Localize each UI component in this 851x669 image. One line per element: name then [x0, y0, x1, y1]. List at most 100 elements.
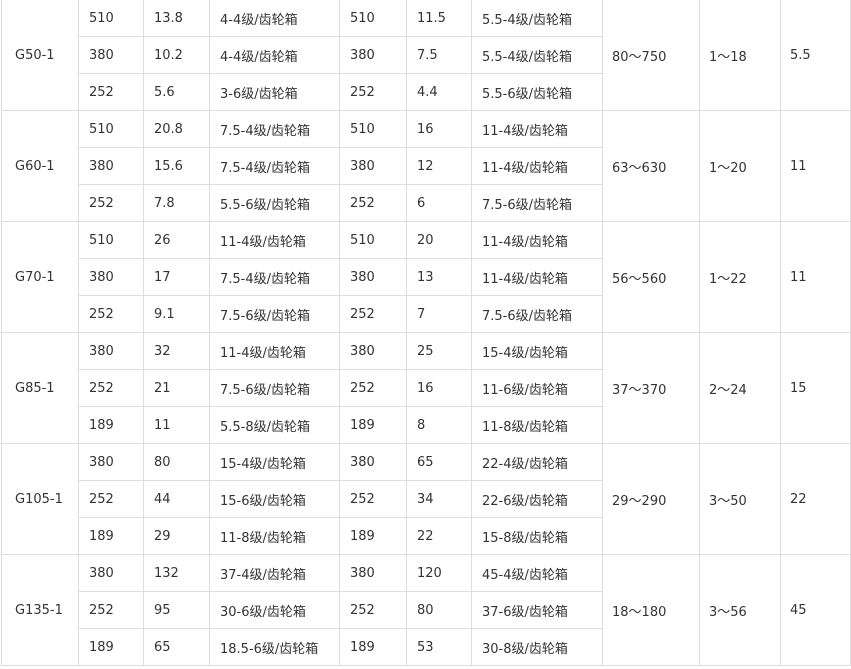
- model-cell: G50-1: [1, 0, 79, 111]
- motor-cell-b: 45-4级/齿轮箱: [471, 554, 603, 592]
- power-cell-a: 95: [143, 591, 210, 629]
- rpm-cell-b: 189: [339, 517, 407, 555]
- rpm-cell-b: 380: [339, 332, 407, 370]
- motor-cell-b: 11-4级/齿轮箱: [471, 147, 603, 185]
- power-cell-a: 20.8: [143, 110, 210, 148]
- rpm-cell-a: 189: [78, 406, 144, 444]
- power-cell-a: 10.2: [143, 36, 210, 74]
- model-cell: G85-1: [1, 332, 79, 444]
- power-cell-a: 9.1: [143, 295, 210, 333]
- table-row: G85-1 380 32 11-4级/齿轮箱 380 25 15-4级/齿轮箱 37～370 2…: [1, 332, 851, 444]
- rpm-cell-b: 380: [339, 554, 407, 592]
- rpm-cell-a: 380: [78, 332, 144, 370]
- speed-range-cell: 63～630: [602, 110, 700, 222]
- rpm-cell-b: 252: [339, 73, 407, 111]
- power-cell-b: 6: [406, 184, 472, 222]
- motor-cell-a: 7.5-4级/齿轮箱: [209, 258, 340, 296]
- rpm-cell-b: 252: [339, 591, 407, 629]
- speed-range-cell: 56～560: [602, 221, 700, 333]
- rpm-cell-b: 252: [339, 480, 407, 518]
- motor-cell-b: 15-8级/齿轮箱: [471, 517, 603, 555]
- rpm-cell-a: 189: [78, 517, 144, 555]
- rpm-cell-a: 380: [78, 554, 144, 592]
- model-cell: G105-1: [1, 443, 79, 555]
- motor-cell-a: 7.5-6级/齿轮箱: [209, 295, 340, 333]
- power-cell-a: 29: [143, 517, 210, 555]
- motor-cell-a: 7.5-6级/齿轮箱: [209, 369, 340, 407]
- rpm-cell-b: 252: [339, 369, 407, 407]
- range-b-cell: 2～24: [699, 332, 781, 444]
- table-body: G50-1 510 13.8 4-4级/齿轮箱 510 11.5 5.5-4级/齿轮箱 80～…: [1, 0, 851, 666]
- value-c-cell: 22: [780, 443, 851, 555]
- rpm-cell-b: 252: [339, 295, 407, 333]
- power-cell-b: 16: [406, 369, 472, 407]
- range-b-cell: 3～56: [699, 554, 781, 666]
- rpm-cell-b: 380: [339, 147, 407, 185]
- power-cell-b: 16: [406, 110, 472, 148]
- model-cell: G135-1: [1, 554, 79, 666]
- table-row: G105-1 380 80 15-4级/齿轮箱 380 65 22-4级/齿轮箱 29～290…: [1, 443, 851, 555]
- power-cell-a: 11: [143, 406, 210, 444]
- rpm-cell-b: 510: [339, 110, 407, 148]
- power-cell-b: 53: [406, 628, 472, 666]
- rpm-cell-a: 252: [78, 480, 144, 518]
- rpm-cell-a: 380: [78, 443, 144, 481]
- value-c-cell: 11: [780, 221, 851, 333]
- motor-cell-a: 4-4级/齿轮箱: [209, 0, 340, 37]
- motor-cell-a: 37-4级/齿轮箱: [209, 554, 340, 592]
- motor-cell-b: 7.5-6级/齿轮箱: [471, 295, 603, 333]
- motor-cell-b: 5.5-4级/齿轮箱: [471, 0, 603, 37]
- power-cell-b: 65: [406, 443, 472, 481]
- rpm-cell-a: 252: [78, 591, 144, 629]
- motor-cell-b: 7.5-6级/齿轮箱: [471, 184, 603, 222]
- rpm-cell-a: 510: [78, 110, 144, 148]
- value-c-cell: 11: [780, 110, 851, 222]
- model-cell: G60-1: [1, 110, 79, 222]
- power-cell-a: 7.8: [143, 184, 210, 222]
- rpm-cell-a: 252: [78, 73, 144, 111]
- motor-cell-a: 5.5-8级/齿轮箱: [209, 406, 340, 444]
- motor-cell-a: 7.5-4级/齿轮箱: [209, 147, 340, 185]
- rpm-cell-b: 252: [339, 184, 407, 222]
- motor-cell-a: 7.5-4级/齿轮箱: [209, 110, 340, 148]
- motor-cell-b: 22-4级/齿轮箱: [471, 443, 603, 481]
- range-b-cell: 1～18: [699, 0, 781, 111]
- motor-cell-a: 4-4级/齿轮箱: [209, 36, 340, 74]
- motor-cell-a: 11-4级/齿轮箱: [209, 221, 340, 259]
- motor-cell-a: 3-6级/齿轮箱: [209, 73, 340, 111]
- rpm-cell-b: 189: [339, 628, 407, 666]
- range-b-cell: 1～22: [699, 221, 781, 333]
- motor-cell-b: 5.5-4级/齿轮箱: [471, 36, 603, 74]
- table-row: G70-1 510 26 11-4级/齿轮箱 510 20 11-4级/齿轮箱 56～560 1…: [1, 221, 851, 333]
- table-row: G135-1 380 132 37-4级/齿轮箱 380 120 45-4级/齿轮箱 18～1…: [1, 554, 851, 666]
- rpm-cell-a: 252: [78, 369, 144, 407]
- speed-range-cell: 29～290: [602, 443, 700, 555]
- rpm-cell-b: 510: [339, 0, 407, 37]
- motor-cell-b: 11-6级/齿轮箱: [471, 369, 603, 407]
- speed-range-cell: 18～180: [602, 554, 700, 666]
- speed-range-cell: 37～370: [602, 332, 700, 444]
- power-cell-b: 13: [406, 258, 472, 296]
- motor-cell-a: 5.5-6级/齿轮箱: [209, 184, 340, 222]
- rpm-cell-b: 380: [339, 258, 407, 296]
- power-cell-b: 20: [406, 221, 472, 259]
- power-cell-b: 7: [406, 295, 472, 333]
- rpm-cell-a: 252: [78, 295, 144, 333]
- rpm-cell-b: 189: [339, 406, 407, 444]
- rpm-cell-a: 380: [78, 258, 144, 296]
- motor-cell-b: 11-4级/齿轮箱: [471, 110, 603, 148]
- rpm-cell-a: 380: [78, 147, 144, 185]
- range-b-cell: 3～50: [699, 443, 781, 555]
- power-cell-a: 21: [143, 369, 210, 407]
- power-cell-b: 12: [406, 147, 472, 185]
- motor-cell-b: 15-4级/齿轮箱: [471, 332, 603, 370]
- power-cell-b: 80: [406, 591, 472, 629]
- range-b-cell: 1～20: [699, 110, 781, 222]
- motor-cell-a: 18.5-6级/齿轮箱: [209, 628, 340, 666]
- power-cell-b: 25: [406, 332, 472, 370]
- value-c-cell: 5.5: [780, 0, 851, 111]
- power-cell-a: 44: [143, 480, 210, 518]
- motor-cell-b: 11-4级/齿轮箱: [471, 258, 603, 296]
- power-cell-b: 7.5: [406, 36, 472, 74]
- power-cell-a: 5.6: [143, 73, 210, 111]
